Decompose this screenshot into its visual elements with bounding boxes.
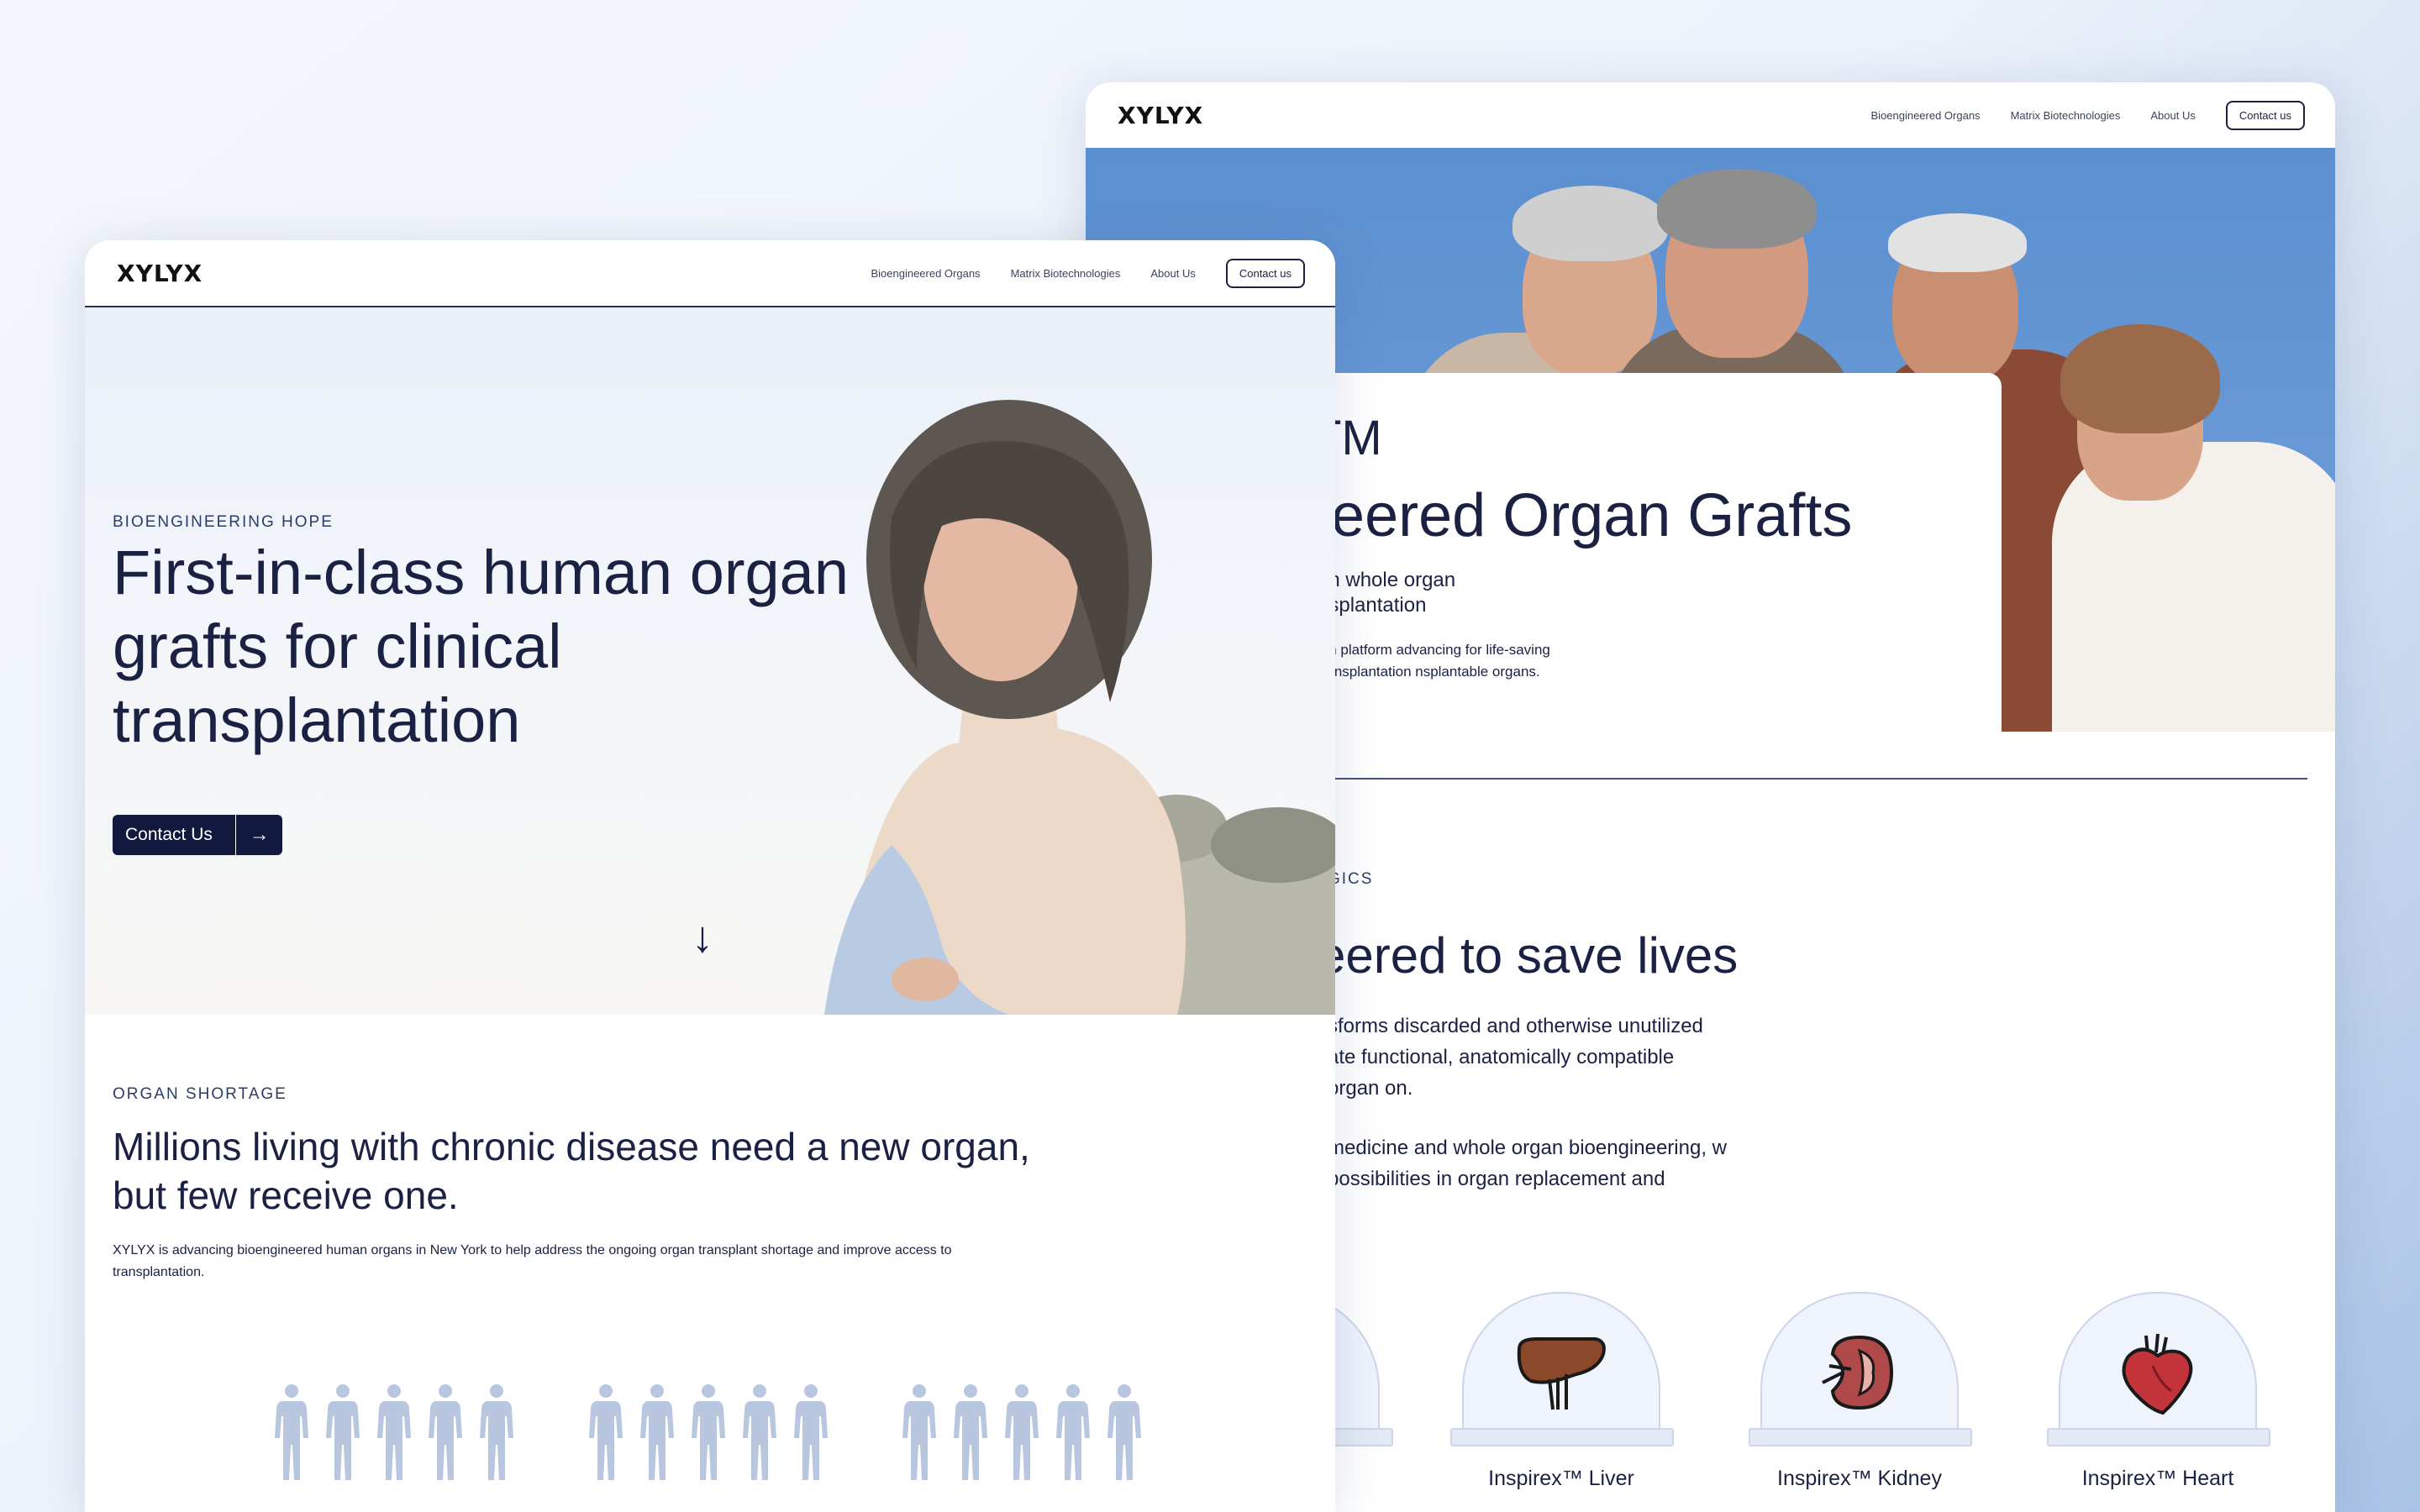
scroll-down-arrow-icon[interactable]: ↓ — [692, 912, 713, 963]
person-figure-icon — [902, 1384, 936, 1480]
heart-icon — [2122, 1333, 2193, 1415]
liver-icon — [1517, 1337, 1606, 1410]
kidney-icon — [1822, 1335, 1894, 1410]
organ-card-heart[interactable]: Inspirex™ Heart — [2047, 1292, 2270, 1491]
person-figure-icon — [692, 1384, 725, 1480]
arrow-right-icon: → — [235, 815, 282, 855]
person-figure-icon — [954, 1384, 987, 1480]
organ-base — [1450, 1428, 1674, 1446]
hero-heading: First-in-class human organ grafts for cl… — [113, 538, 849, 755]
back-navbar: XYLYX Bioengineered Organs Matrix Biotec… — [1086, 82, 2335, 150]
person-hair — [1888, 213, 2027, 272]
organ-card-liver[interactable]: Inspirex™ Liver — [1450, 1292, 1674, 1491]
person-hair — [1512, 186, 1668, 261]
back-hero-heading: ineered Organ Grafts — [1284, 482, 1853, 549]
back-section-paragraph-1: sforms discarded and otherwise unutilize… — [1328, 1015, 1703, 1100]
front-navbar: XYLYX Bioengineered Organs Matrix Biotec… — [85, 240, 1335, 307]
organ-base — [2047, 1428, 2270, 1446]
people-figures-group-3 — [899, 1383, 1155, 1483]
front-logo[interactable]: XYLYX — [117, 260, 203, 287]
people-figures-group-1 — [271, 1383, 528, 1483]
organ-dome — [2059, 1292, 2257, 1428]
organ-dome — [1462, 1292, 1660, 1428]
person-figure-icon — [1005, 1384, 1039, 1480]
nav-link-bioengineered-organs[interactable]: Bioengineered Organs — [871, 267, 980, 280]
person-figure-icon — [794, 1384, 828, 1480]
nav-link-bioengineered-organs[interactable]: Bioengineered Organs — [1870, 109, 1980, 122]
nav-link-matrix-biotechnologies[interactable]: Matrix Biotechnologies — [1011, 267, 1121, 280]
front-page-window: XYLYX Bioengineered Organs Matrix Biotec… — [85, 240, 1335, 1512]
person-hair — [2060, 324, 2220, 433]
hero-contact-button[interactable]: Contact Us → — [113, 815, 282, 855]
back-logo[interactable]: XYLYX — [1118, 102, 1203, 129]
nav-link-about-us[interactable]: About Us — [2150, 109, 2195, 122]
person-figure-icon — [743, 1384, 776, 1480]
person-figure-icon — [1107, 1384, 1141, 1480]
organ-dome — [1760, 1292, 1959, 1428]
person-figure-icon — [640, 1384, 674, 1480]
contact-us-button[interactable]: Contact us — [2225, 100, 2305, 130]
organ-card-kidney[interactable]: Inspirex™ Kidney — [1749, 1292, 1972, 1491]
contact-us-button[interactable]: Contact us — [1225, 258, 1305, 288]
hero-contact-label: Contact Us — [125, 825, 213, 844]
nav-link-about-us[interactable]: About Us — [1150, 267, 1195, 280]
person-figure-icon — [326, 1384, 360, 1480]
front-hero-image: BIOENGINEERING HOPE First-in-class human… — [85, 307, 1335, 1015]
back-section-heading: eered to save lives — [1318, 927, 1739, 984]
back-divider — [1287, 778, 2307, 780]
back-section-paragraph-2: medicine and whole organ bioengineering,… — [1328, 1137, 1727, 1190]
person-figure-icon — [377, 1384, 411, 1480]
hero-eyebrow: BIOENGINEERING HOPE — [113, 513, 334, 531]
nav-link-matrix-biotechnologies[interactable]: Matrix Biotechnologies — [2011, 109, 2121, 122]
person-figure-icon — [589, 1384, 623, 1480]
back-hero-subheading: an whole organ nsplantation — [1318, 569, 1456, 617]
back-hero-description: ion platform advancing for life-saving t… — [1318, 642, 1550, 680]
section-heading: Millions living with chronic disease nee… — [113, 1125, 1030, 1217]
person-figure-icon — [480, 1384, 513, 1480]
person-hair — [1657, 169, 1817, 249]
organ-label-liver[interactable]: Inspirex™ Liver — [1450, 1467, 1672, 1491]
section-body: XYLYX is advancing bioengineered human o… — [113, 1243, 952, 1279]
section-eyebrow: ORGAN SHORTAGE — [113, 1085, 287, 1103]
people-figures-group-2 — [586, 1383, 842, 1483]
organ-base — [1749, 1428, 1972, 1446]
person-figure-icon — [275, 1384, 308, 1480]
organ-label-kidney[interactable]: Inspirex™ Kidney — [1749, 1467, 1970, 1491]
person-figure-icon — [1056, 1384, 1090, 1480]
organ-label-heart[interactable]: Inspirex™ Heart — [2047, 1467, 2269, 1491]
person-figure-icon — [429, 1384, 462, 1480]
